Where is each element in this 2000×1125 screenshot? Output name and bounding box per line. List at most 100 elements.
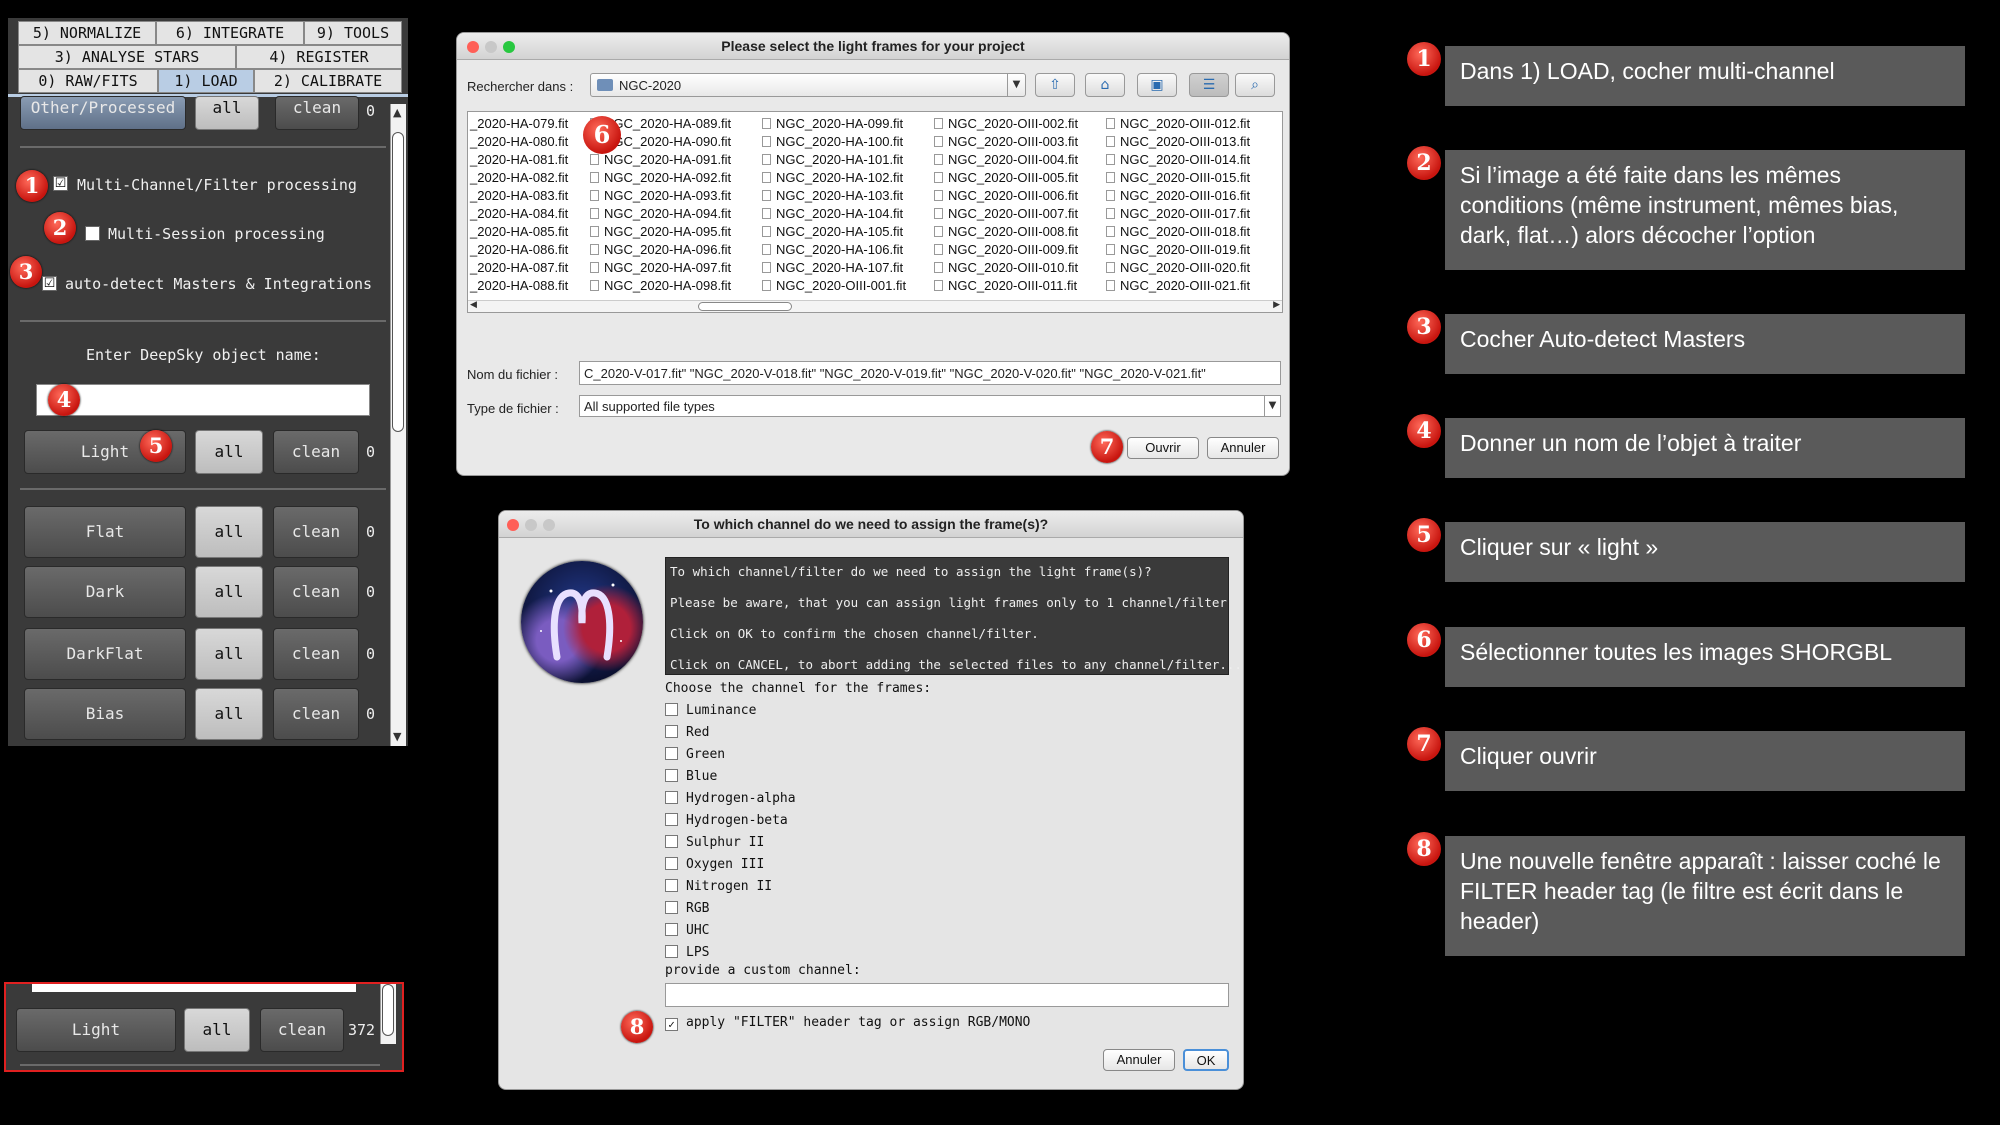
dark-all-button[interactable]: all xyxy=(195,566,263,618)
file-list-item[interactable]: NGC_2020-HA-095.fit xyxy=(590,224,731,239)
file-list-item[interactable]: NGC_2020-HA-101.fit xyxy=(762,152,903,167)
light-clean-button[interactable]: clean xyxy=(260,1008,344,1052)
tab-integrate[interactable]: 6) INTEGRATE xyxy=(156,21,304,45)
channel-option[interactable]: Green xyxy=(665,747,725,762)
channel-checkbox[interactable] xyxy=(665,703,678,716)
multi-channel-checkbox[interactable]: ☑ xyxy=(53,176,68,191)
file-list-item[interactable]: NGC_2020-OIII-019.fit xyxy=(1106,242,1250,257)
tab-calibrate[interactable]: 2) CALIBRATE xyxy=(254,69,402,93)
channel-cancel-button[interactable]: Annuler xyxy=(1103,1049,1175,1071)
file-list-item[interactable]: _2020-HA-084.fit xyxy=(470,206,568,221)
scrollbar-thumb[interactable] xyxy=(382,984,394,1036)
file-list-item[interactable]: NGC_2020-OIII-009.fit xyxy=(934,242,1078,257)
channel-checkbox[interactable] xyxy=(665,791,678,804)
channel-option[interactable]: Nitrogen II xyxy=(665,879,772,894)
tab-analyse-stars[interactable]: 3) ANALYSE STARS xyxy=(18,45,236,69)
channel-checkbox[interactable] xyxy=(665,747,678,760)
scrollbar-thumb[interactable] xyxy=(392,132,404,432)
tab-tools[interactable]: 9) TOOLS xyxy=(304,21,402,45)
light-button[interactable]: Light xyxy=(16,1008,176,1052)
zoom-window-icon[interactable] xyxy=(543,519,555,531)
channel-option[interactable]: Luminance xyxy=(665,703,756,718)
multi-session-checkbox[interactable] xyxy=(85,226,100,241)
file-list-item[interactable]: NGC_2020-OIII-018.fit xyxy=(1106,224,1250,239)
file-list-item[interactable]: _2020-HA-087.fit xyxy=(470,260,568,275)
file-list-item[interactable]: NGC_2020-HA-092.fit xyxy=(590,170,731,185)
file-list-item[interactable]: NGC_2020-OIII-007.fit xyxy=(934,206,1078,221)
other-all-button[interactable]: all xyxy=(195,96,259,130)
channel-option[interactable]: Hydrogen-beta xyxy=(665,813,788,828)
up-folder-icon[interactable]: ⇧ xyxy=(1035,73,1075,97)
file-list-item[interactable]: NGC_2020-HA-096.fit xyxy=(590,242,731,257)
chevron-down-icon[interactable]: ▼ xyxy=(1264,396,1280,416)
file-list-item[interactable]: NGC_2020-OIII-008.fit xyxy=(934,224,1078,239)
filename-input[interactable]: C_2020-V-017.fit" "NGC_2020-V-018.fit" "… xyxy=(579,361,1281,385)
details-view-icon[interactable]: ⌕ xyxy=(1235,73,1275,97)
tab-normalize[interactable]: 5) NORMALIZE xyxy=(18,21,156,45)
scroll-down-icon[interactable]: ▼ xyxy=(393,730,401,743)
file-list-item[interactable]: NGC_2020-HA-107.fit xyxy=(762,260,903,275)
file-list-item[interactable]: NGC_2020-HA-098.fit xyxy=(590,278,731,293)
filetype-select[interactable]: All supported file types ▼ xyxy=(579,395,1281,417)
channel-checkbox[interactable] xyxy=(665,945,678,958)
cancel-button[interactable]: Annuler xyxy=(1207,437,1279,459)
file-list-item[interactable]: NGC_2020-HA-099.fit xyxy=(762,116,903,131)
panel-scrollbar[interactable]: ▲ ▼ xyxy=(390,104,406,746)
darkflat-all-button[interactable]: all xyxy=(195,628,263,680)
file-list-item[interactable]: NGC_2020-OIII-011.fit xyxy=(934,278,1077,293)
file-list-item[interactable]: _2020-HA-088.fit xyxy=(470,278,568,293)
file-list-item[interactable]: _2020-HA-081.fit xyxy=(470,152,568,167)
file-list-item[interactable]: NGC_2020-OIII-006.fit xyxy=(934,188,1078,203)
channel-option[interactable]: RGB xyxy=(665,901,709,916)
channel-checkbox[interactable] xyxy=(665,835,678,848)
minimize-window-icon[interactable] xyxy=(525,519,537,531)
file-list-item[interactable]: NGC_2020-OIII-004.fit xyxy=(934,152,1078,167)
light-all-button[interactable]: all xyxy=(195,430,263,474)
flat-all-button[interactable]: all xyxy=(195,506,263,558)
file-list-item[interactable]: NGC_2020-OIII-020.fit xyxy=(1106,260,1250,275)
file-list-item[interactable]: NGC_2020-HA-091.fit xyxy=(590,152,731,167)
darkflat-button[interactable]: DarkFlat xyxy=(24,628,186,680)
file-list-item[interactable]: NGC_2020-OIII-015.fit xyxy=(1106,170,1250,185)
tab-load[interactable]: 1) LOAD xyxy=(158,69,254,93)
channel-checkbox[interactable] xyxy=(665,857,678,870)
flat-button[interactable]: Flat xyxy=(24,506,186,558)
file-list-scrollbar[interactable]: ◀ ▶ xyxy=(468,300,1282,312)
channel-option[interactable]: Oxygen III xyxy=(665,857,764,872)
look-in-select[interactable]: NGC-2020 ▼ xyxy=(590,73,1026,97)
file-list-item[interactable]: NGC_2020-OIII-021.fit xyxy=(1106,278,1250,293)
file-list-item[interactable]: NGC_2020-OIII-005.fit xyxy=(934,170,1078,185)
channel-checkbox[interactable] xyxy=(665,813,678,826)
home-icon[interactable]: ⌂ xyxy=(1085,73,1125,97)
channel-option[interactable]: LPS xyxy=(665,945,709,960)
file-list-item[interactable]: _2020-HA-085.fit xyxy=(470,224,568,239)
file-list[interactable]: 6 _2020-HA-079.fit _2020-HA-080.fit _2020-… xyxy=(467,111,1283,313)
other-clean-button[interactable]: clean xyxy=(275,96,359,130)
channel-checkbox[interactable] xyxy=(665,725,678,738)
file-list-item[interactable]: NGC_2020-OIII-014.fit xyxy=(1106,152,1250,167)
scrollbar-thumb[interactable] xyxy=(698,302,792,311)
bias-all-button[interactable]: all xyxy=(195,688,263,740)
file-list-item[interactable]: _2020-HA-079.fit xyxy=(470,116,568,131)
dark-clean-button[interactable]: clean xyxy=(273,566,359,618)
channel-option[interactable]: Hydrogen-alpha xyxy=(665,791,796,806)
auto-detect-checkbox[interactable]: ☑ xyxy=(42,276,57,291)
file-list-item[interactable]: NGC_2020-HA-102.fit xyxy=(762,170,903,185)
file-list-item[interactable]: NGC_2020-HA-106.fit xyxy=(762,242,903,257)
dark-button[interactable]: Dark xyxy=(24,566,186,618)
file-list-item[interactable]: NGC_2020-HA-103.fit xyxy=(762,188,903,203)
channel-checkbox[interactable] xyxy=(665,769,678,782)
file-list-item[interactable]: NGC_2020-HA-097.fit xyxy=(590,260,731,275)
channel-checkbox[interactable] xyxy=(665,923,678,936)
object-name-input[interactable] xyxy=(36,384,370,416)
file-list-item[interactable]: NGC_2020-OIII-010.fit xyxy=(934,260,1078,275)
channel-ok-button[interactable]: OK xyxy=(1183,1049,1229,1071)
file-list-item[interactable]: NGC_2020-OIII-016.fit xyxy=(1106,188,1250,203)
minimize-window-icon[interactable] xyxy=(485,41,497,53)
file-list-item[interactable]: NGC_2020-HA-094.fit xyxy=(590,206,731,221)
file-list-item[interactable]: _2020-HA-086.fit xyxy=(470,242,568,257)
custom-channel-input[interactable] xyxy=(665,983,1229,1007)
light-all-button[interactable]: all xyxy=(184,1008,250,1052)
file-list-item[interactable]: _2020-HA-080.fit xyxy=(470,134,568,149)
file-list-item[interactable]: NGC_2020-HA-093.fit xyxy=(590,188,731,203)
